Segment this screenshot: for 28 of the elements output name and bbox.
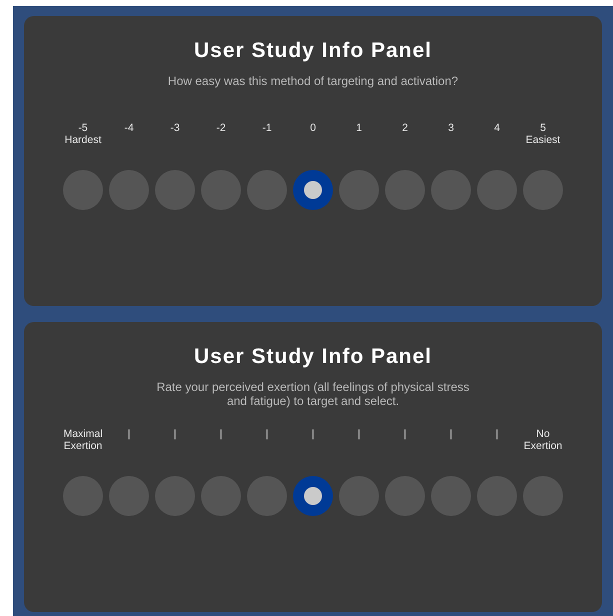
scale-label: 0	[310, 122, 316, 134]
scale-label: |	[174, 428, 176, 440]
scale-label: |	[312, 428, 314, 440]
scale-label: 1	[356, 122, 362, 134]
scale-label: |	[220, 428, 222, 440]
scale-label: 4	[494, 122, 500, 134]
rating-option[interactable]	[293, 476, 333, 516]
scale-label: |	[266, 428, 268, 440]
scale-label: -1	[262, 122, 272, 134]
scale-label: -4	[124, 122, 134, 134]
scale-label: |	[358, 428, 360, 440]
panel-title: User Study Info Panel	[194, 344, 432, 370]
question-text: How easy was this method of targeting and activation?	[168, 74, 458, 90]
panel-title: User Study Info Panel	[194, 38, 432, 64]
scale-label: -2	[216, 122, 226, 134]
scale-label: 3	[448, 122, 454, 134]
scale-label: |	[128, 428, 130, 440]
scale-label: |	[450, 428, 452, 440]
scale-label: -3	[170, 122, 180, 134]
scale-label: Maximal Exertion	[63, 428, 103, 452]
scale-label: |	[496, 428, 498, 440]
rating-option[interactable]	[293, 170, 333, 210]
scale-label: 2	[402, 122, 408, 134]
scale-label: No Exertion	[524, 428, 562, 452]
scale-label: 5 Easiest	[526, 122, 560, 146]
scale-label: |	[404, 428, 406, 440]
question-text: Rate your perceived exertion (all feelings of physical stress and fatigue) to target and select.	[156, 380, 470, 410]
scale-label: -5 Hardest	[64, 122, 102, 146]
